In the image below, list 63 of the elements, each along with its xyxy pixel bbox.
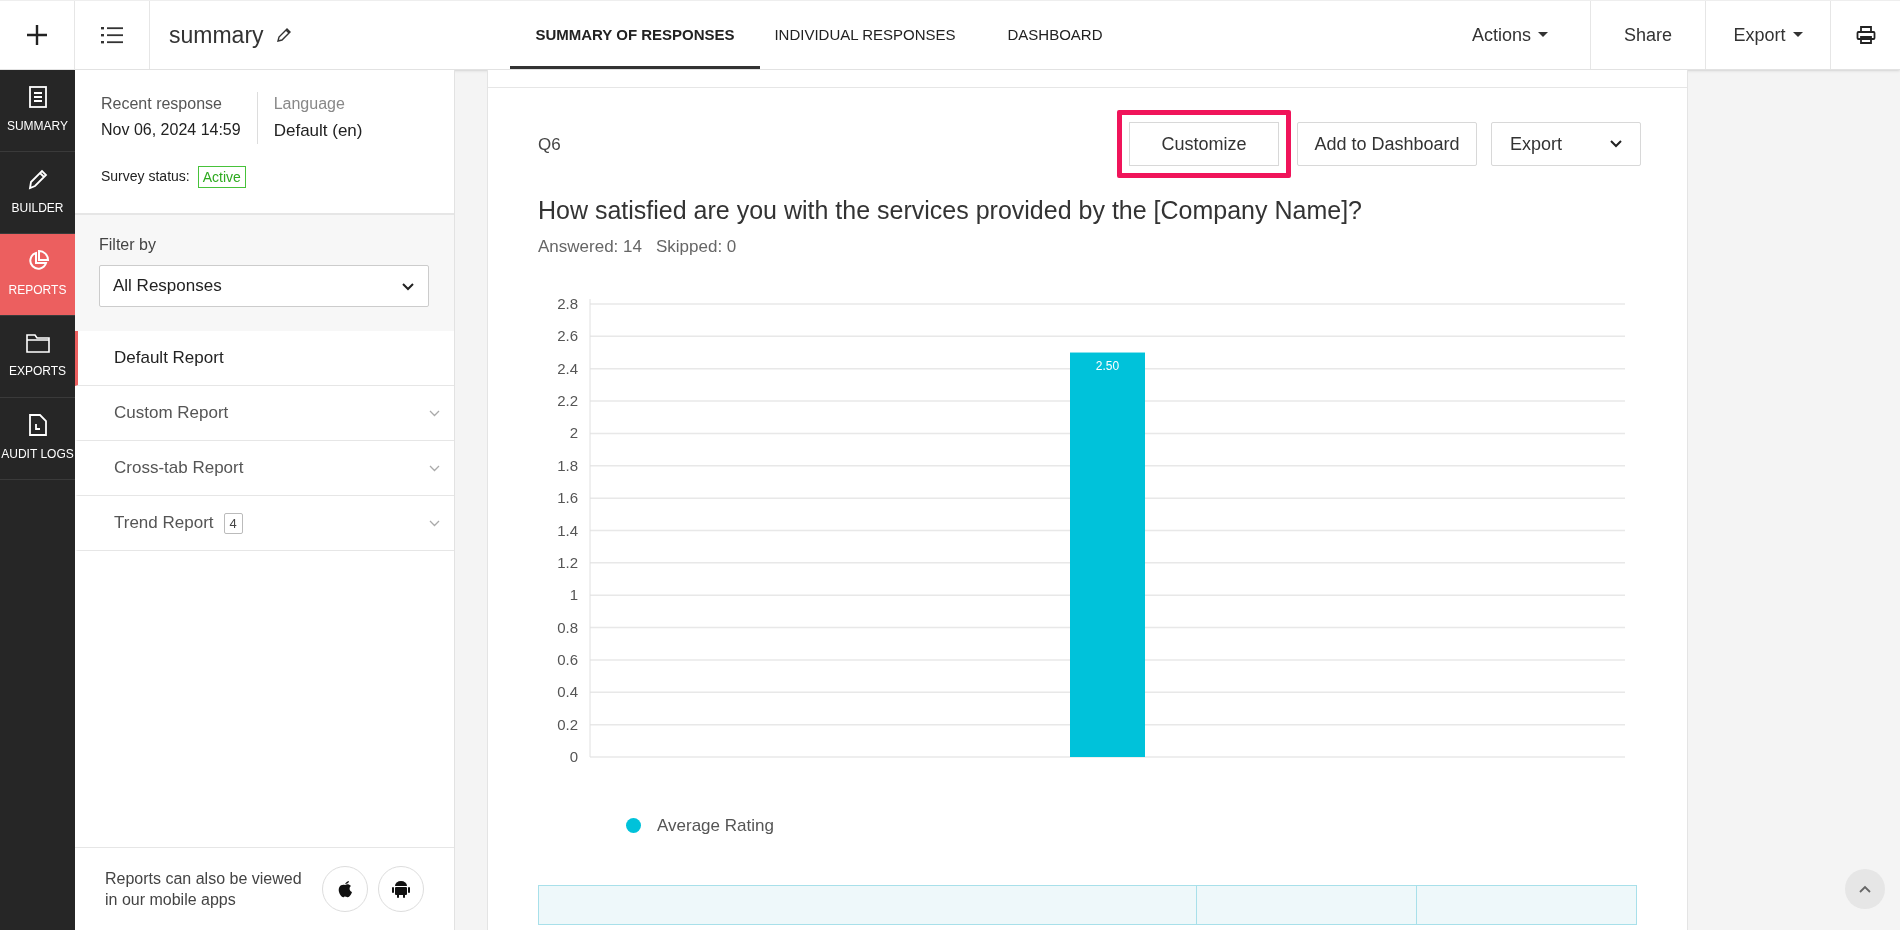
axis-tick-label: 2.6: [557, 327, 578, 345]
chevron-down-icon: [429, 409, 440, 417]
answered-count: Answered: 14: [538, 235, 642, 258]
axis-tick-label: 0.8: [557, 618, 578, 636]
question-text: How satisfied are you with the services provided by the [Company Name]?: [538, 195, 1363, 226]
pie-chart-icon: [26, 250, 49, 272]
tab[interactable]: DASHBOARD: [970, 1, 1140, 69]
chevron-down-icon: [429, 519, 440, 527]
filter-label: Filter by: [99, 235, 157, 255]
axis-tick-label: 1.6: [557, 489, 578, 507]
recent-response-value: Nov 06, 2024 14:59: [101, 120, 241, 140]
question-number: Q6: [538, 134, 561, 156]
report-item[interactable]: Default Report: [75, 331, 454, 386]
share-button[interactable]: Share: [1590, 1, 1705, 69]
count-badge: 4: [223, 512, 243, 534]
chevron-down-icon: [1610, 140, 1622, 148]
pencil-icon: [27, 168, 48, 190]
axis-tick-label: 1.4: [557, 521, 578, 539]
action-button[interactable]: Add to Dashboard: [1297, 122, 1477, 166]
chevron-down-icon: [429, 464, 440, 472]
filter-dropdown[interactable]: All Responses: [99, 265, 429, 307]
plus-icon: [26, 24, 48, 46]
axis-tick-label: 0.2: [557, 715, 578, 733]
action-button[interactable]: Customize: [1117, 110, 1291, 178]
survey-title: summary: [169, 20, 264, 50]
axis-tick-label: 0.4: [557, 683, 578, 701]
chevron-up-icon: [1858, 884, 1872, 894]
data-label: 2.50: [1095, 358, 1120, 373]
caret-down-icon: [1792, 32, 1803, 38]
language-label: Language: [273, 94, 346, 114]
printer-icon: [1855, 25, 1876, 45]
axis-tick-label: 1: [569, 586, 578, 604]
report-item[interactable]: Trend Report 4: [75, 496, 454, 551]
mobile-apps-note: Reports can also be viewed in our mobile apps: [105, 869, 303, 910]
axis-tick-label: 2: [569, 424, 578, 442]
dropdown-button[interactable]: Export: [1705, 1, 1830, 69]
pencil-icon[interactable]: [275, 27, 292, 43]
skipped-count: Skipped: 0: [655, 235, 737, 258]
chevron-down-icon: [401, 281, 415, 291]
axis-tick-label: 2.2: [557, 392, 578, 410]
axis-tick-label: 1.8: [557, 456, 578, 474]
caret-down-icon: [1538, 32, 1548, 38]
document-icon: [28, 86, 47, 108]
axis-tick-label: 2.8: [557, 295, 578, 312]
apple-icon: [336, 879, 354, 899]
folder-icon: [25, 333, 50, 353]
status-badge: Active: [197, 165, 246, 188]
axis-tick-label: 0: [569, 748, 578, 765]
report-item[interactable]: Custom Report: [75, 386, 454, 441]
android-icon: [392, 879, 410, 899]
survey-status-label: Survey status:: [101, 167, 190, 186]
legend-label: Average Rating: [657, 815, 774, 837]
axis-tick-label: 0.6: [557, 650, 578, 668]
axis-tick-label: 2.4: [557, 359, 578, 377]
axis-tick-label: 1.2: [557, 553, 578, 571]
report-item[interactable]: Cross-tab Report: [75, 441, 454, 496]
export-dropdown[interactable]: Export: [1491, 122, 1641, 166]
file-clock-icon: [28, 414, 47, 436]
tab[interactable]: INDIVIDUAL RESPONSES: [760, 1, 970, 69]
dropdown-button[interactable]: Actions: [1430, 1, 1590, 69]
language-value: Default (en): [273, 120, 363, 142]
list-icon: [101, 26, 123, 44]
recent-response-label: Recent response: [101, 94, 223, 114]
